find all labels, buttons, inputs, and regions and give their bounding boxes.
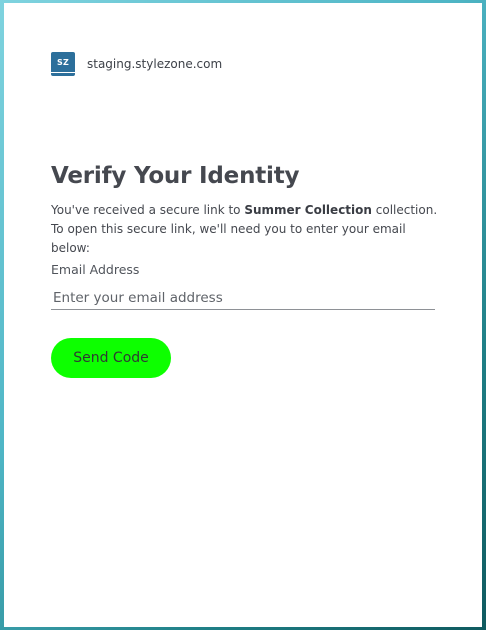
page-description: You've received a secure link to Summer …	[51, 201, 441, 258]
email-label: Email Address	[51, 262, 140, 277]
page-title: Verify Your Identity	[51, 163, 300, 189]
logo-text: SZ	[57, 58, 69, 67]
email-input[interactable]	[51, 286, 435, 310]
brand-header: SZ staging.stylezone.com	[51, 52, 222, 76]
send-code-button[interactable]: Send Code	[51, 338, 171, 378]
verification-card: SZ staging.stylezone.com Verify Your Ide…	[4, 3, 482, 627]
stylezone-logo-icon: SZ	[51, 52, 75, 76]
logo-underline	[51, 72, 75, 73]
site-domain: staging.stylezone.com	[87, 57, 223, 71]
collection-name: Summer Collection	[244, 203, 372, 217]
description-prefix: You've received a secure link to	[51, 203, 245, 217]
